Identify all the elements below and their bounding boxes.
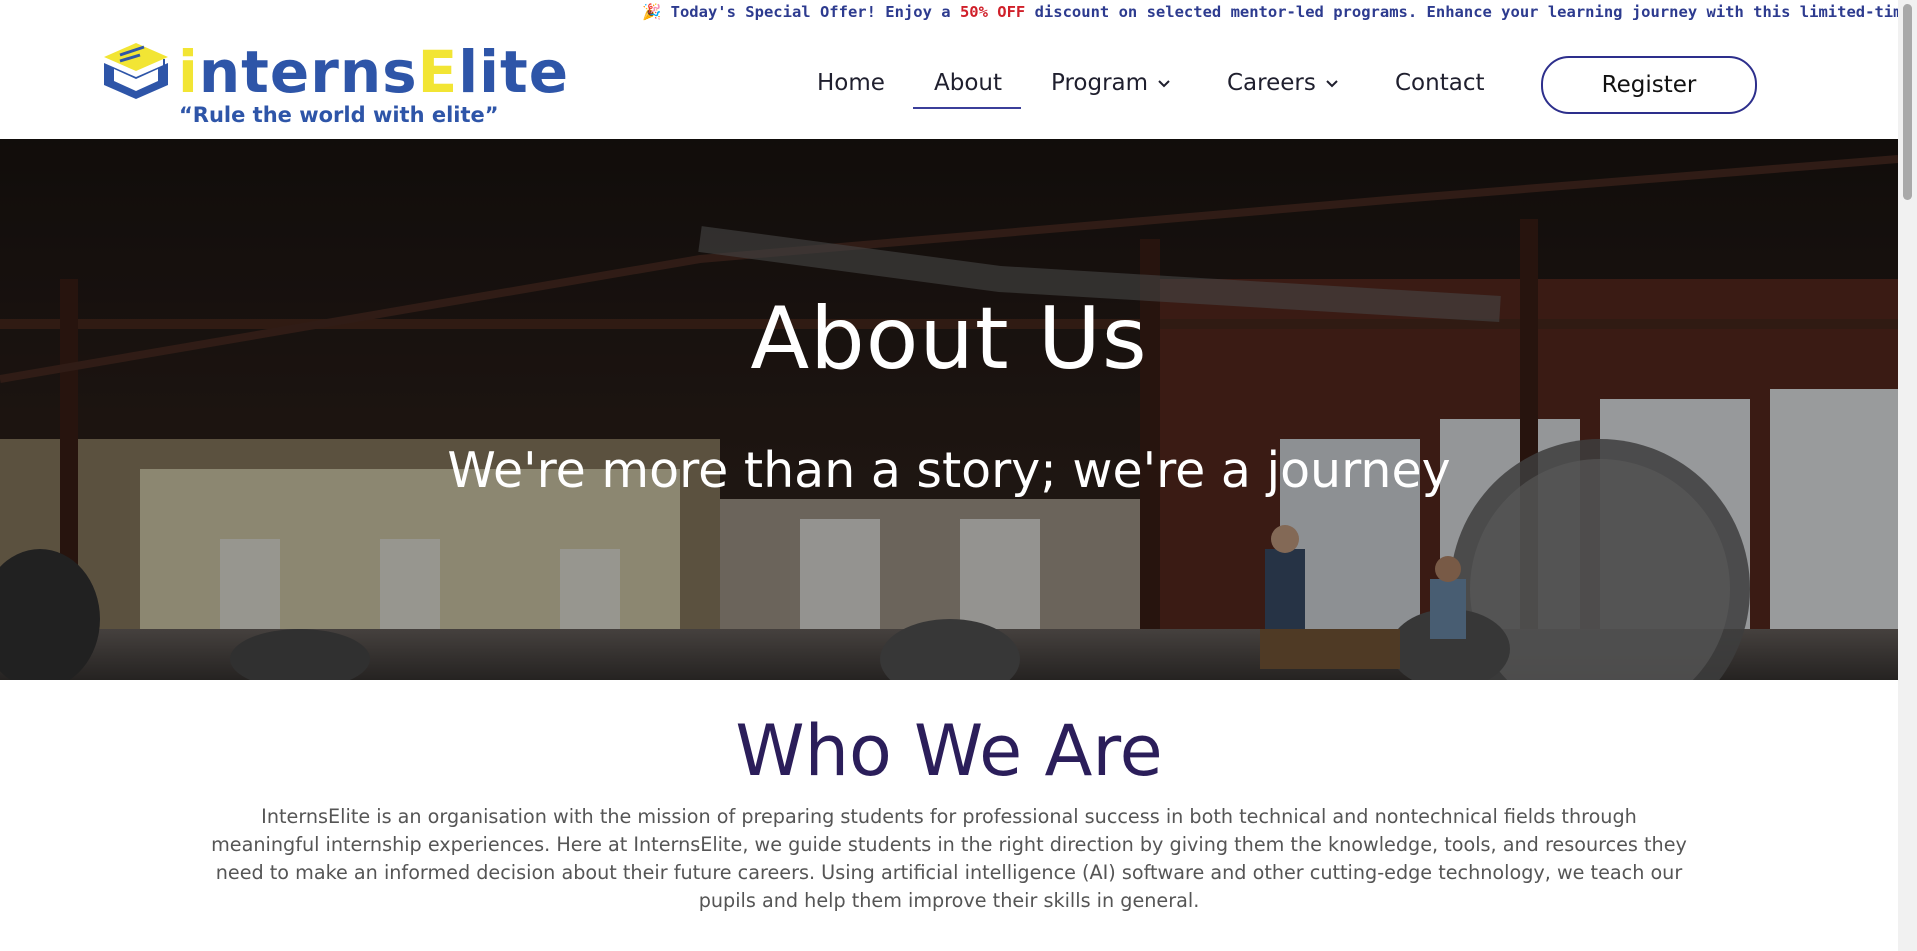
party-popper-icon: 🎉	[642, 3, 671, 21]
hero-subtitle: We're more than a story; we're a journey	[447, 442, 1451, 499]
chevron-down-icon	[1326, 79, 1338, 87]
graduation-cap-logo-icon	[104, 43, 168, 99]
announcement-bar: 🎉 Today's Special Offer! Enjoy a 50% OFF…	[0, 0, 1898, 25]
nav-contact[interactable]: Contact	[1395, 70, 1484, 96]
nav-about[interactable]: About	[934, 70, 1002, 96]
who-we-are-heading: Who We Are	[735, 710, 1163, 792]
logo[interactable]: internsElite “Rule the world with elite”	[100, 35, 568, 130]
logo-wordmark: internsElite	[178, 38, 570, 106]
chevron-down-icon	[1158, 79, 1170, 87]
nav-active-underline	[913, 107, 1021, 109]
site-header: internsElite “Rule the world with elite”…	[0, 25, 1898, 139]
page-scrollbar[interactable]	[1898, 0, 1917, 951]
scrollbar-thumb[interactable]	[1903, 4, 1912, 200]
nav-program-label: Program	[1051, 70, 1149, 96]
announcement-highlight: 50% OFF	[959, 3, 1026, 21]
nav-careers[interactable]: Careers	[1227, 70, 1338, 96]
announcement-suffix: discount on selected mentor-led programs…	[1025, 3, 1898, 21]
announcement-prefix: Today's Special Offer! Enjoy a	[670, 3, 960, 21]
hero-title: About Us	[750, 289, 1148, 389]
hero-banner: About Us We're more than a story; we're …	[0, 139, 1898, 680]
register-button[interactable]: Register	[1541, 56, 1757, 114]
office-background-image	[0, 139, 1898, 680]
next-paragraph-cutoff	[420, 944, 1470, 950]
nav-home[interactable]: Home	[817, 70, 885, 96]
who-we-are-paragraph: InternsElite is an organisation with the…	[211, 805, 1687, 912]
logo-tagline: “Rule the world with elite”	[179, 103, 499, 127]
nav-program[interactable]: Program	[1051, 70, 1170, 96]
nav-careers-label: Careers	[1227, 70, 1316, 96]
